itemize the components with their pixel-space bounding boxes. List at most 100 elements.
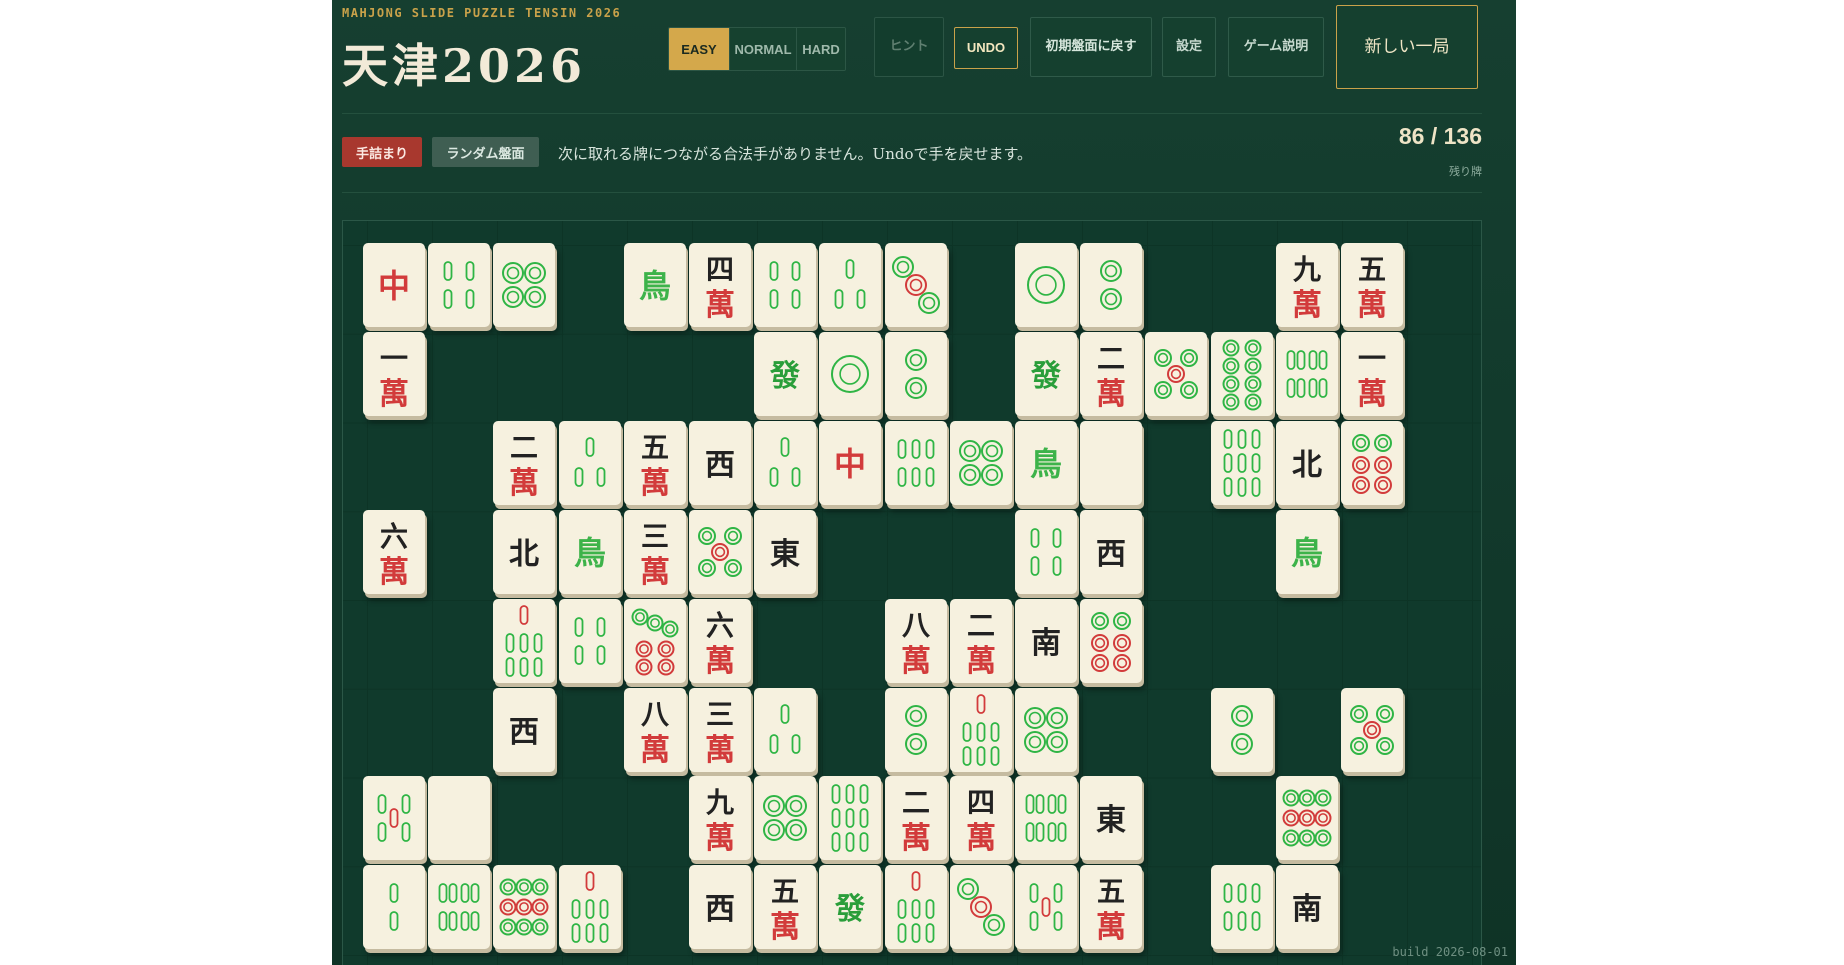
mahjong-tile[interactable] [363,776,425,861]
mahjong-tile[interactable] [1080,598,1143,683]
mahjong-tile[interactable]: 四萬 [689,243,751,327]
mahjong-tile[interactable] [428,776,491,861]
mahjong-tile[interactable] [1210,331,1273,416]
mahjong-tile[interactable] [1015,509,1077,594]
mahjong-tile[interactable] [428,865,491,950]
difficulty-hard-button[interactable]: HARD [797,28,845,70]
mahjong-tile[interactable] [819,776,882,861]
new-game-button[interactable]: 新しい一局 [1336,5,1478,89]
mahjong-tile[interactable]: 發 [819,865,882,950]
mahjong-tile[interactable]: 西 [1080,509,1143,594]
svg-text:萬: 萬 [640,733,670,768]
svg-text:六: 六 [380,520,408,553]
mahjong-tile[interactable] [1341,687,1403,772]
mahjong-tile[interactable] [819,243,882,327]
mahjong-tile[interactable] [493,243,556,327]
mahjong-tile[interactable] [493,598,556,683]
mahjong-tile[interactable]: 鳥 [623,243,686,327]
reset-board-button[interactable]: 初期盤面に戻す [1030,17,1152,77]
mahjong-tile[interactable] [1210,865,1273,950]
undo-button[interactable]: UNDO [954,27,1018,69]
mahjong-tile[interactable] [754,687,817,772]
mahjong-tile[interactable] [689,509,751,594]
mahjong-tile[interactable]: 發 [1015,331,1077,416]
mahjong-tile[interactable] [1015,865,1077,950]
mahjong-tile[interactable]: 八萬 [623,687,686,772]
mahjong-tile[interactable]: 一萬 [1341,331,1403,416]
mahjong-tile[interactable] [623,598,686,683]
mahjong-tile[interactable]: 六萬 [689,598,751,683]
mahjong-tile[interactable] [884,865,947,950]
mahjong-tile[interactable]: 二萬 [884,776,947,861]
mahjong-tile[interactable] [1015,243,1077,327]
mahjong-tile[interactable]: 五萬 [1080,865,1143,950]
mahjong-tile[interactable] [754,776,817,861]
difficulty-normal-button[interactable]: NORMAL [730,28,797,70]
mahjong-tile[interactable] [558,865,621,950]
mahjong-tile[interactable] [1145,331,1208,416]
mahjong-tile[interactable] [1341,420,1403,505]
svg-text:萬: 萬 [509,466,539,501]
mahjong-tile[interactable]: 南 [1275,865,1338,950]
mahjong-tile[interactable] [949,687,1012,772]
mahjong-tile[interactable]: 發 [754,331,817,416]
mahjong-tile[interactable] [1080,420,1143,505]
hint-button[interactable]: ヒント [874,17,944,77]
svg-text:西: 西 [509,715,539,750]
svg-text:萬: 萬 [966,821,996,856]
mahjong-tile[interactable] [1015,776,1077,861]
mahjong-tile[interactable]: 北 [493,509,556,594]
mahjong-tile[interactable]: 西 [689,420,751,505]
mahjong-tile[interactable]: 鳥 [1275,509,1338,594]
mahjong-tile[interactable]: 八萬 [884,598,947,683]
mahjong-tile[interactable]: 西 [689,865,751,950]
mahjong-tile[interactable]: 中 [363,243,425,327]
difficulty-easy-button[interactable]: EASY [669,28,730,70]
mahjong-tile[interactable]: 四萬 [949,776,1012,861]
mahjong-tile[interactable] [884,243,947,327]
mahjong-tile[interactable]: 六萬 [363,509,425,594]
mahjong-tile[interactable] [1210,420,1273,505]
mahjong-tile[interactable] [363,865,425,950]
mahjong-tile[interactable] [884,420,947,505]
mahjong-tile[interactable] [819,331,882,416]
svg-text:八: 八 [902,609,931,642]
mahjong-tile[interactable] [754,420,817,505]
mahjong-tile[interactable]: 三萬 [689,687,751,772]
mahjong-tile[interactable] [558,420,621,505]
mahjong-tile[interactable] [1015,687,1077,772]
settings-button[interactable]: 設定 [1162,17,1216,77]
mahjong-tile[interactable] [558,598,621,683]
mahjong-tile[interactable]: 中 [819,420,882,505]
mahjong-tile[interactable] [1275,776,1338,861]
mahjong-tile[interactable] [884,687,947,772]
mahjong-tile[interactable]: 西 [493,687,556,772]
mahjong-tile[interactable]: 東 [1080,776,1143,861]
mahjong-tile[interactable]: 北 [1275,420,1338,505]
mahjong-tile[interactable]: 一萬 [363,331,425,416]
svg-text:五: 五 [771,875,799,908]
mahjong-tile[interactable]: 二萬 [949,598,1012,683]
mahjong-tile[interactable]: 九萬 [1275,243,1338,327]
mahjong-tile[interactable]: 三萬 [623,509,686,594]
mahjong-tile[interactable]: 東 [754,509,817,594]
help-button[interactable]: ゲーム説明 [1228,17,1324,77]
mahjong-tile[interactable] [1080,243,1143,327]
mahjong-tile[interactable] [493,865,556,950]
mahjong-tile[interactable]: 二萬 [1080,331,1143,416]
mahjong-tile[interactable]: 南 [1015,598,1077,683]
mahjong-tile[interactable]: 五萬 [623,420,686,505]
mahjong-tile[interactable]: 五萬 [754,865,817,950]
mahjong-tile[interactable] [754,243,817,327]
mahjong-tile[interactable] [1275,331,1338,416]
mahjong-tile[interactable]: 鳥 [558,509,621,594]
mahjong-tile[interactable]: 五萬 [1341,243,1403,327]
mahjong-tile[interactable]: 九萬 [689,776,751,861]
mahjong-tile[interactable]: 二萬 [493,420,556,505]
mahjong-tile[interactable]: 鳥 [1015,420,1077,505]
mahjong-tile[interactable] [1210,687,1273,772]
mahjong-tile[interactable] [949,865,1012,950]
mahjong-tile[interactable] [428,243,491,327]
mahjong-tile[interactable] [949,420,1012,505]
mahjong-tile[interactable] [884,331,947,416]
